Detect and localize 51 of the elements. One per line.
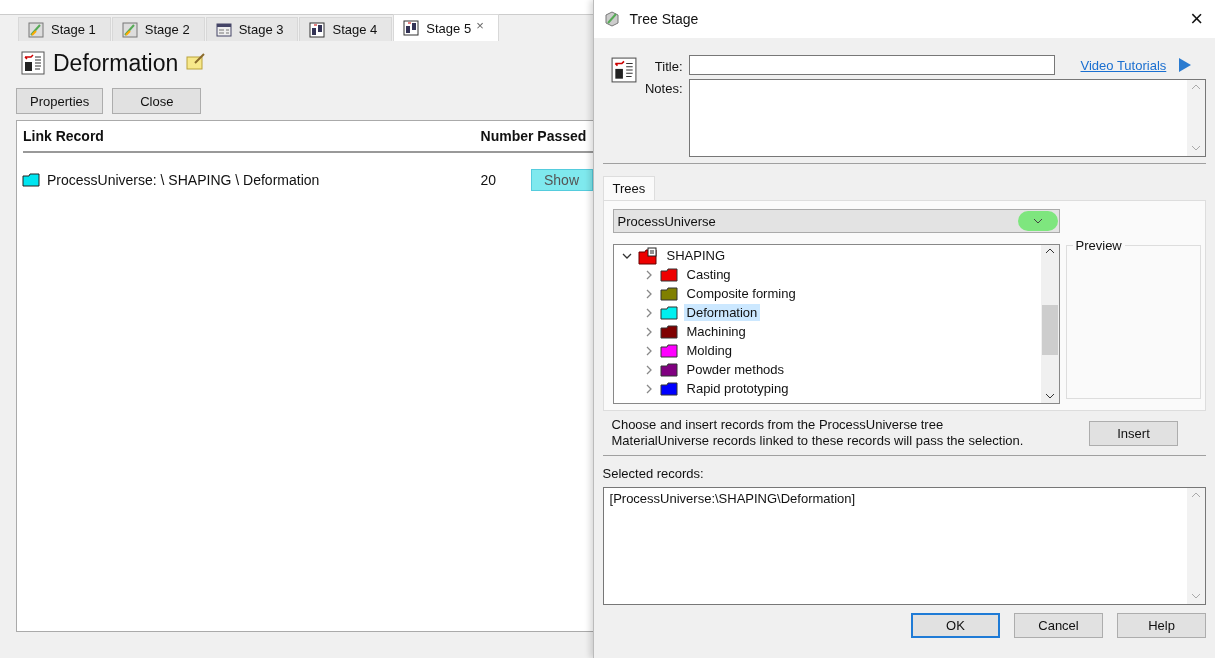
tree-item[interactable]: Machining <box>683 323 749 340</box>
tree-item[interactable]: Composite forming <box>683 285 799 302</box>
stage-tab[interactable]: Stage 1 <box>18 17 111 41</box>
preview-label: Preview <box>1072 238 1125 253</box>
close-button[interactable]: × <box>1190 6 1203 32</box>
chart-icon <box>121 21 138 38</box>
stage-tab[interactable]: Stage 2 <box>111 17 205 41</box>
selected-records-label: Selected records: <box>602 466 705 481</box>
play-icon[interactable] <box>1178 57 1193 73</box>
stage-title: Deformation <box>53 49 179 77</box>
scroll-up-icon[interactable] <box>1044 248 1055 255</box>
tree-stage-icon <box>610 57 637 83</box>
dialog-button[interactable]: Cancel <box>1014 613 1103 638</box>
stage-tab[interactable]: Stage 4 <box>299 17 393 41</box>
insert-button[interactable]: Insert <box>1089 420 1178 446</box>
toolbar-button[interactable]: Properties <box>16 88 104 114</box>
tree-item[interactable]: Deformation <box>683 304 761 321</box>
scrollbar-thumb[interactable] <box>1041 305 1058 355</box>
tree-item[interactable]: SHAPING <box>663 247 729 264</box>
field-label: Title: <box>653 57 683 74</box>
edit-note-icon[interactable] <box>186 52 207 70</box>
tree-icon <box>403 20 420 36</box>
trees-tab[interactable]: Trees <box>602 176 656 200</box>
hint-text: MaterialUniverse records linked to these records will pass the selection. <box>611 433 1025 449</box>
tree-icon <box>309 21 326 38</box>
close-tab-button[interactable]: × <box>476 18 484 33</box>
cube-icon <box>603 11 620 27</box>
table-cell-text: ProcessUniverse: \ SHAPING \ Deformation <box>47 172 321 188</box>
video-tutorials-link[interactable]: Video Tutorials <box>1080 57 1167 73</box>
dialog-button[interactable]: OK <box>911 613 1000 638</box>
window-title: Tree Stage <box>629 11 700 27</box>
tree-dropdown[interactable]: ProcessUniverse <box>612 209 1060 233</box>
tree-item[interactable]: Powder methods <box>683 361 788 378</box>
toolbar-button[interactable]: Close <box>112 88 202 114</box>
table-cell-text: 20 <box>480 172 498 188</box>
hint-text: Choose and insert records from the ProcessUniverse tree <box>611 417 945 433</box>
stage-tab[interactable]: Stage 5 × <box>393 14 499 41</box>
column-header: Link Record <box>23 128 105 144</box>
tree-item[interactable]: Molding <box>683 342 736 359</box>
table-icon <box>215 21 232 38</box>
show-button[interactable]: Show <box>530 169 593 191</box>
scroll-down-icon[interactable] <box>1044 393 1055 400</box>
chart-icon <box>28 21 44 38</box>
stage-tab[interactable]: Stage 3 <box>205 17 299 41</box>
tree-stage-icon <box>21 51 45 75</box>
column-header: Number Passed <box>480 128 588 144</box>
tree-item[interactable]: Rapid prototyping <box>683 380 792 397</box>
title-field[interactable] <box>688 55 1055 75</box>
dialog-button[interactable]: Help <box>1117 613 1206 638</box>
field-label: Notes: <box>643 80 683 96</box>
tree-item[interactable]: Casting <box>683 266 734 283</box>
